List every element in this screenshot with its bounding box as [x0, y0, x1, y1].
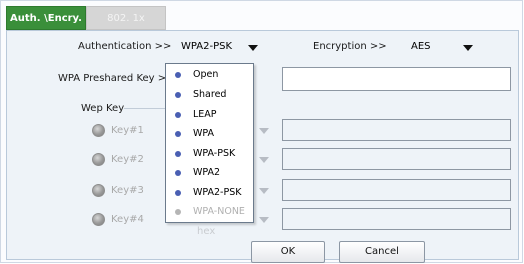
key-format-text: hex	[197, 226, 216, 237]
bullet-icon	[175, 190, 181, 196]
dropdown-option-leap[interactable]: LEAP	[166, 105, 253, 124]
key2-radio[interactable]	[92, 153, 105, 166]
key2-label: Key#2	[111, 154, 144, 165]
bullet-icon	[175, 151, 181, 157]
bullet-icon	[175, 112, 181, 118]
encryption-select[interactable]: AES	[399, 36, 489, 58]
dropdown-option-wpa-psk[interactable]: WPA-PSK	[166, 144, 253, 163]
encryption-value: AES	[411, 41, 431, 52]
dropdown-option-open[interactable]: Open	[166, 65, 253, 84]
chevron-down-icon	[248, 45, 258, 51]
tab-8021x[interactable]: 802. 1x	[86, 6, 166, 30]
group-divider	[124, 108, 166, 109]
bullet-icon	[175, 131, 181, 137]
wpa-preshared-key-input[interactable]	[282, 67, 511, 91]
key1-input[interactable]	[282, 119, 511, 141]
tab-auth-encry[interactable]: Auth. \Encry.	[6, 6, 86, 30]
bullet-icon	[175, 92, 181, 98]
dropdown-option-wpa-none: WPA-NONE	[166, 202, 253, 221]
option-label: Open	[193, 69, 219, 80]
option-label: WPA-PSK	[193, 148, 236, 159]
authentication-label: Authentication >>	[78, 41, 172, 52]
option-label: Shared	[193, 89, 227, 100]
authentication-dropdown-list: Open Shared LEAP WPA WPA-PSK WPA2 WPA2-P…	[165, 63, 254, 223]
option-label: WPA2-PSK	[193, 187, 242, 198]
wep-key-group-label: Wep Key	[81, 103, 125, 114]
key1-label: Key#1	[111, 125, 144, 136]
wireless-security-dialog: Auth. \Encry. 802. 1x Authentication >> …	[0, 0, 523, 263]
dropdown-option-wpa2-psk[interactable]: WPA2-PSK	[166, 183, 253, 202]
key4-label: Key#4	[111, 214, 144, 225]
option-label: WPA-NONE	[193, 206, 245, 217]
chevron-down-icon[interactable]	[259, 188, 269, 194]
authentication-select[interactable]: WPA2-PSK	[167, 36, 277, 58]
option-label: WPA	[193, 128, 215, 139]
chevron-down-icon[interactable]	[259, 128, 269, 134]
cancel-button[interactable]: Cancel	[339, 241, 425, 263]
bullet-icon	[175, 170, 181, 176]
option-label: WPA2	[193, 167, 221, 178]
key1-radio[interactable]	[92, 124, 105, 137]
key3-label: Key#3	[111, 185, 144, 196]
encryption-label: Encryption >>	[313, 41, 387, 52]
dropdown-option-shared[interactable]: Shared	[166, 85, 253, 104]
ok-button[interactable]: OK	[251, 241, 325, 263]
chevron-down-icon[interactable]	[259, 217, 269, 223]
authentication-value: WPA2-PSK	[181, 41, 233, 52]
chevron-down-icon	[463, 45, 473, 51]
key3-input[interactable]	[282, 179, 511, 201]
wpa-preshared-key-label: WPA Preshared Key >>	[58, 73, 175, 84]
key4-input[interactable]	[282, 208, 511, 230]
dropdown-option-wpa2[interactable]: WPA2	[166, 163, 253, 182]
key2-input[interactable]	[282, 148, 511, 170]
chevron-down-icon[interactable]	[259, 157, 269, 163]
key3-radio[interactable]	[92, 184, 105, 197]
bullet-icon	[175, 209, 181, 215]
dropdown-option-wpa[interactable]: WPA	[166, 124, 253, 143]
bullet-icon	[175, 72, 181, 78]
option-label: LEAP	[193, 109, 217, 120]
key4-radio[interactable]	[92, 213, 105, 226]
